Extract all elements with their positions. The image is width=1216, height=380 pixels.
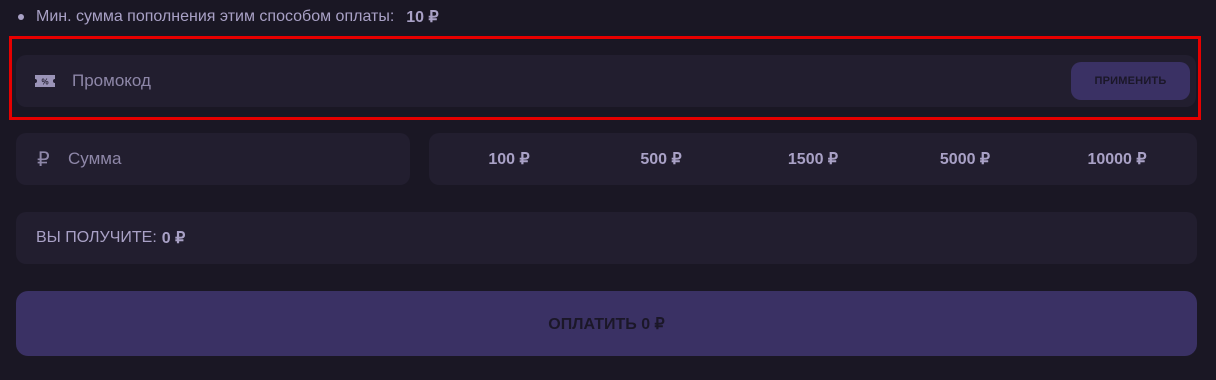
preset-500[interactable]: 500 ₽ <box>585 133 737 185</box>
min-amount-value: 10 ₽ <box>406 9 439 26</box>
preset-100[interactable]: 100 ₽ <box>433 133 585 185</box>
apply-promo-button[interactable]: ПРИМЕНИТЬ <box>1071 62 1190 100</box>
promo-ticket-icon: % <box>35 74 55 88</box>
min-amount-text: Мин. сумма пополнения этим способом опла… <box>36 8 395 25</box>
payment-form: Мин. сумма пополнения этим способом опла… <box>0 0 1216 380</box>
preset-5000[interactable]: 5000 ₽ <box>889 133 1041 185</box>
min-amount-note: Мин. сумма пополнения этим способом опла… <box>16 6 439 28</box>
receive-label: ВЫ ПОЛУЧИТЕ: <box>36 229 157 246</box>
preset-1500[interactable]: 1500 ₽ <box>737 133 889 185</box>
receive-summary: ВЫ ПОЛУЧИТЕ: 0 ₽ <box>16 212 1197 264</box>
promo-code-field: % ПРИМЕНИТЬ <box>16 55 1196 107</box>
promo-code-input[interactable] <box>72 61 1071 101</box>
amount-field: ₽ <box>16 133 410 185</box>
amount-input[interactable] <box>68 139 410 179</box>
svg-text:%: % <box>41 78 48 87</box>
receive-value: 0 ₽ <box>161 230 186 247</box>
preset-10000[interactable]: 10000 ₽ <box>1041 133 1193 185</box>
pay-button[interactable]: ОПЛАТИТЬ 0 ₽ <box>16 291 1197 356</box>
bullet-icon <box>18 14 24 20</box>
ruble-icon: ₽ <box>37 148 50 171</box>
amount-presets: 100 ₽ 500 ₽ 1500 ₽ 5000 ₽ 10000 ₽ <box>429 133 1197 185</box>
